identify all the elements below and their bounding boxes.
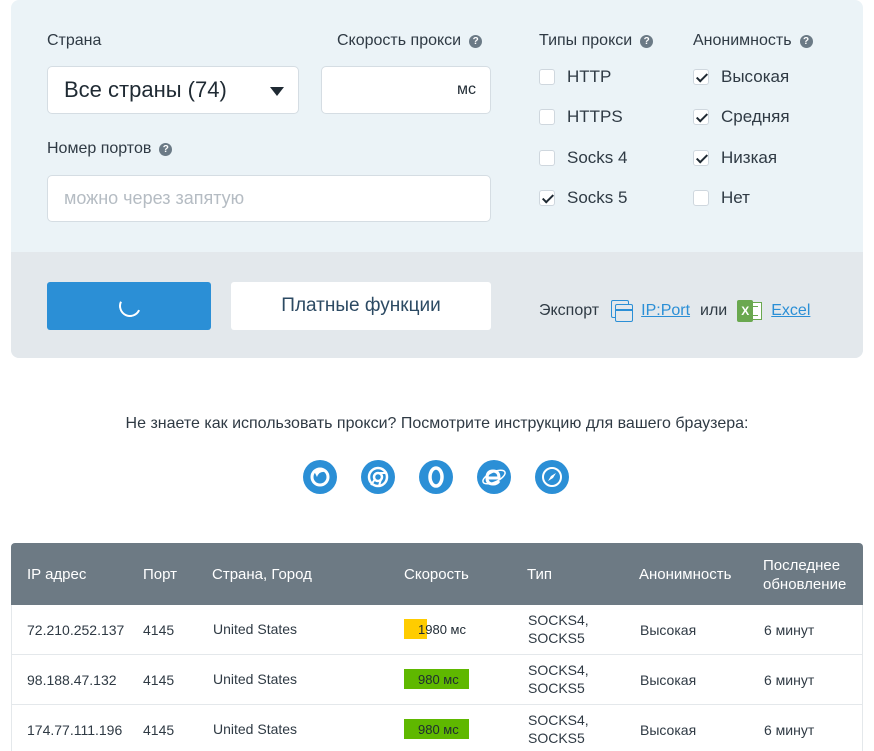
cell-updated: 6 минут — [764, 622, 815, 638]
checkbox-label: Socks 4 — [567, 148, 628, 167]
checkbox-label: Низкая — [721, 148, 778, 167]
show-button[interactable] — [47, 282, 211, 330]
browser-help-text: Не знаете как использовать прокси? Посмо… — [125, 415, 749, 432]
firefox-icon[interactable] — [303, 460, 337, 494]
cell-port: 4145 — [143, 622, 175, 638]
export-label: Экспорт — [539, 302, 600, 319]
cell-ip: 98.188.47.132 — [27, 672, 117, 688]
col-port[interactable]: Порт — [143, 565, 177, 584]
checkbox-box[interactable] — [539, 109, 555, 125]
checkbox-socks5[interactable]: Socks 5 — [539, 188, 627, 208]
speed-unit: мс — [457, 81, 476, 98]
checkbox-label: Socks 5 — [567, 188, 628, 207]
checkbox-label: HTTPS — [567, 107, 623, 126]
cell-speed: 980 мс — [418, 721, 459, 737]
help-icon[interactable]: ? — [640, 34, 654, 48]
or-label: или — [700, 302, 728, 319]
cell-updated: 6 минут — [764, 722, 815, 738]
cell-type: SOCKS4, SOCKS5 — [528, 662, 589, 696]
export-excel-link[interactable]: Excel — [771, 302, 810, 320]
speed-input[interactable]: мс — [321, 66, 491, 114]
export-group: Экспорт IP:Port или X Excel — [539, 298, 810, 324]
cell-location: United States — [213, 721, 298, 737]
table-row[interactable]: 174.77.111.196 4145 United States 980 мс… — [11, 705, 863, 751]
cell-type: SOCKS4, SOCKS5 — [528, 712, 589, 746]
cell-ip: 174.77.111.196 — [27, 722, 123, 738]
checkbox-anon-none[interactable]: Нет — [693, 188, 750, 208]
filter-panel: Страна Все страны (74) Скорость прокси ?… — [11, 0, 863, 358]
cell-location: United States — [213, 621, 298, 637]
checkbox-box-checked[interactable] — [693, 150, 709, 166]
checkbox-box-checked[interactable] — [539, 190, 555, 206]
chevron-down-icon — [270, 87, 284, 96]
country-select[interactable]: Все страны (74) — [47, 66, 299, 114]
checkbox-label: HTTP — [567, 67, 612, 86]
col-anonymity[interactable]: Анонимность — [639, 565, 731, 584]
checkbox-https[interactable]: HTTPS — [539, 107, 623, 127]
checkbox-socks4[interactable]: Socks 4 — [539, 148, 627, 168]
checkbox-http[interactable]: HTTP — [539, 67, 611, 87]
cell-anonymity: Высокая — [640, 722, 697, 738]
country-select-value: Все страны (74) — [64, 77, 227, 102]
actions-bar: Платные функции Экспорт IP:Port или X Ex… — [11, 252, 863, 358]
speed-indicator: 980 мс — [404, 669, 470, 689]
cell-type: SOCKS4, SOCKS5 — [528, 612, 589, 646]
cell-location: United States — [213, 671, 298, 687]
proxy-types-label: Типы прокси ? — [539, 32, 654, 50]
checkbox-label: Нет — [721, 188, 750, 207]
checkbox-box[interactable] — [539, 150, 555, 166]
safari-icon[interactable] — [535, 460, 569, 494]
col-type[interactable]: Тип — [527, 565, 552, 584]
table-row[interactable]: 72.210.252.137 4145 United States 1980 м… — [11, 605, 863, 655]
checkbox-box-checked[interactable] — [693, 69, 709, 85]
cell-ip: 72.210.252.137 — [27, 622, 125, 638]
col-location[interactable]: Страна, Город — [212, 565, 312, 584]
checkbox-anon-low[interactable]: Низкая — [693, 148, 777, 168]
speed-indicator: 980 мс — [404, 719, 470, 739]
chrome-icon[interactable] — [361, 460, 395, 494]
table-header: IP адрес Порт Страна, Город Скорость Тип… — [11, 543, 863, 605]
cell-port: 4145 — [143, 672, 175, 688]
checkbox-label: Средняя — [721, 107, 790, 126]
copy-list-icon[interactable] — [611, 300, 634, 322]
cell-anonymity: Высокая — [640, 622, 697, 638]
col-updated[interactable]: Последнее обновление — [763, 556, 846, 594]
cell-speed: 1980 мс — [418, 621, 466, 637]
checkbox-box[interactable] — [539, 69, 555, 85]
cell-anonymity: Высокая — [640, 672, 697, 688]
speed-label: Скорость прокси ? — [337, 32, 483, 50]
checkbox-box[interactable] — [693, 190, 709, 206]
browser-icons — [0, 460, 874, 496]
ie-icon[interactable] — [477, 460, 511, 494]
col-speed[interactable]: Скорость — [404, 565, 469, 584]
help-icon[interactable]: ? — [159, 142, 173, 156]
country-label: Страна — [47, 32, 102, 49]
table-row[interactable]: 98.188.47.132 4145 United States 980 мс … — [11, 655, 863, 705]
help-icon[interactable]: ? — [799, 34, 813, 48]
paid-features-button[interactable]: Платные функции — [231, 282, 491, 330]
checkbox-label: Высокая — [721, 67, 790, 86]
opera-icon[interactable] — [419, 460, 453, 494]
checkbox-box-checked[interactable] — [693, 109, 709, 125]
col-ip[interactable]: IP адрес — [27, 565, 86, 584]
ports-input[interactable] — [47, 175, 491, 222]
excel-icon[interactable]: X — [737, 298, 763, 324]
checkbox-anon-high[interactable]: Высокая — [693, 67, 789, 87]
ports-label: Номер портов ? — [47, 140, 173, 158]
loading-spinner-icon — [115, 291, 145, 321]
export-ipport-link[interactable]: IP:Port — [641, 302, 690, 320]
checkbox-anon-medium[interactable]: Средняя — [693, 107, 790, 127]
cell-port: 4145 — [143, 722, 175, 738]
cell-updated: 6 минут — [764, 672, 815, 688]
cell-speed: 980 мс — [418, 671, 459, 687]
speed-indicator: 1980 мс — [404, 619, 470, 639]
help-icon[interactable]: ? — [469, 34, 483, 48]
anonymity-label: Анонимность ? — [693, 32, 813, 50]
